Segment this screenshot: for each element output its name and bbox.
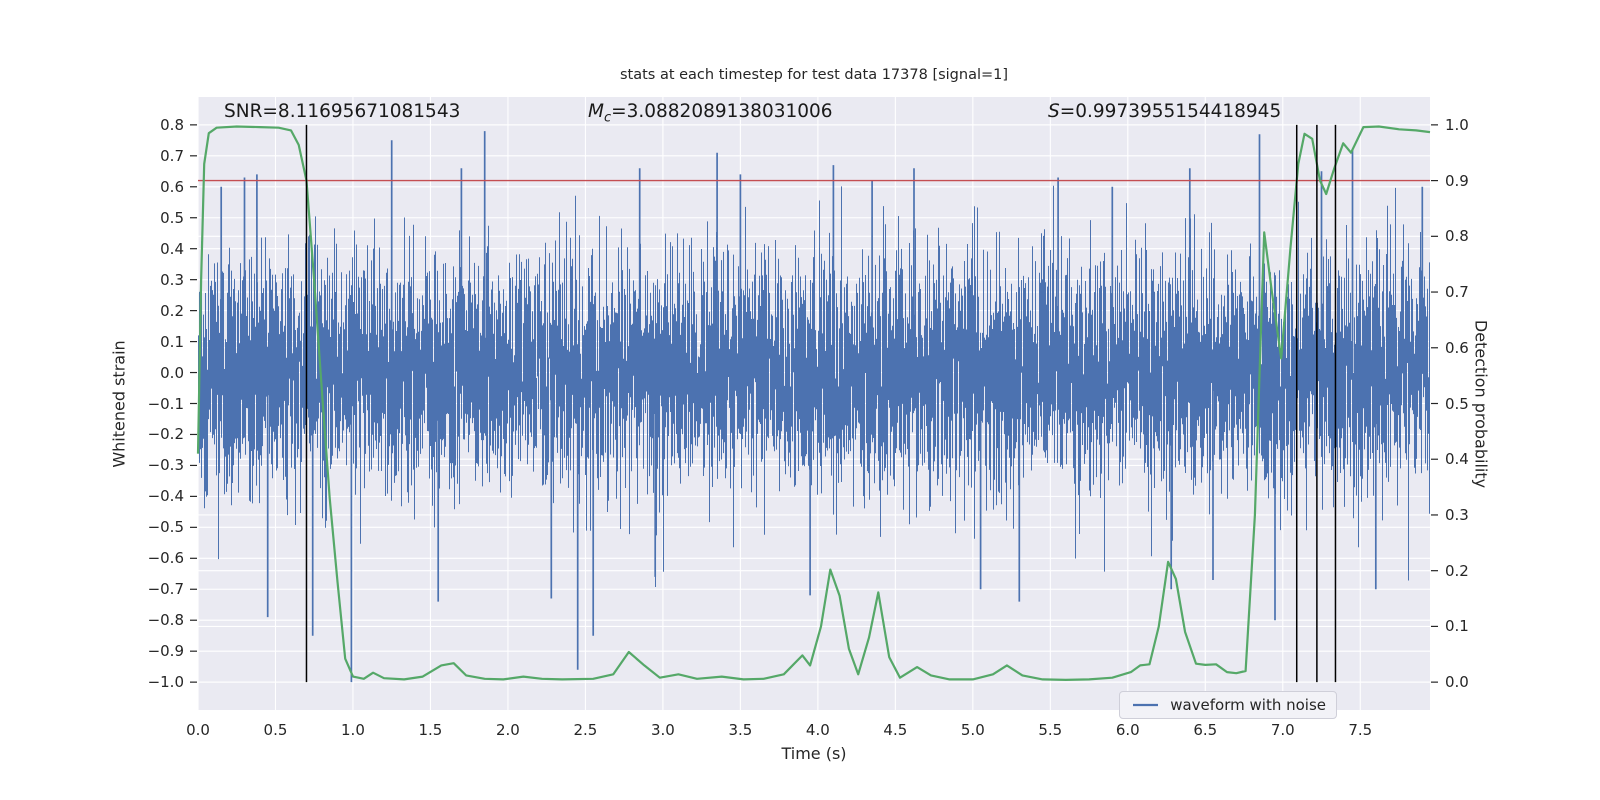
x-tick-label: 1.5 — [418, 721, 443, 739]
left-tick-label: 0.4 — [160, 239, 184, 258]
x-tick-label: 6.5 — [1193, 721, 1218, 739]
score-symbol: S — [1048, 101, 1060, 122]
right-axis-label: Detection probability — [1471, 319, 1491, 489]
right-tick-label: 0.2 — [1445, 561, 1469, 580]
x-tick-label: 7.0 — [1270, 721, 1295, 739]
x-tick-label: 4.5 — [883, 721, 908, 739]
right-tick-label: 0.8 — [1445, 227, 1469, 246]
chirp-mass-value: =3.0882089138031006 — [611, 101, 833, 122]
x-tick-label: 6.0 — [1115, 721, 1140, 739]
x-tick-label: 5.5 — [1038, 721, 1063, 739]
right-tick-label: 0.1 — [1445, 617, 1469, 636]
x-tick-label: 0.5 — [263, 721, 288, 739]
left-tick-label: 0.7 — [160, 146, 184, 165]
left-axis-label: Whitened strain — [109, 340, 129, 468]
left-tick-label: 0.6 — [160, 177, 184, 196]
left-tick-label: 0.3 — [160, 270, 184, 289]
left-tick-label: 0.0 — [160, 363, 184, 382]
annotation-chirp-mass: Mc=3.0882089138031006 — [588, 101, 833, 126]
x-tick-label: 0.0 — [186, 721, 210, 739]
left-tick-label: −0.7 — [147, 580, 184, 599]
x-axis-label: Time (s) — [781, 744, 847, 763]
left-tick-label: −0.6 — [147, 549, 184, 568]
x-tick-label: 7.5 — [1348, 721, 1373, 739]
legend-line-sample — [1133, 703, 1159, 707]
left-tick-label: −0.8 — [147, 611, 184, 630]
x-tick-label: 1.0 — [341, 721, 365, 739]
left-tick-label: −0.3 — [147, 456, 184, 475]
left-tick-label: −0.5 — [147, 518, 184, 537]
score-value: =0.9973955154418945 — [1059, 101, 1282, 122]
annotation-score: S=0.9973955154418945 — [1048, 101, 1281, 122]
x-tick-label: 2.0 — [495, 721, 520, 739]
right-tick-label: 0.9 — [1445, 171, 1469, 190]
right-tick-label: 0.3 — [1445, 505, 1469, 524]
annotation-snr: SNR=8.11695671081543 — [224, 101, 461, 122]
x-tick-label: 2.5 — [573, 721, 598, 739]
left-tick-label: −0.9 — [147, 642, 184, 661]
legend: waveform with noise — [1119, 691, 1337, 719]
x-tick-label: 3.0 — [650, 721, 675, 739]
chirp-mass-symbol: M — [588, 101, 604, 122]
x-tick-label: 5.0 — [960, 721, 985, 739]
x-tick-label: 4.0 — [805, 721, 830, 739]
left-tick-label: 0.2 — [160, 301, 184, 320]
right-tick-label: 0.7 — [1445, 283, 1469, 302]
left-tick-label: −1.0 — [147, 673, 184, 692]
left-tick-label: −0.2 — [147, 425, 184, 444]
left-tick-label: 0.5 — [160, 208, 184, 227]
legend-label: waveform with noise — [1170, 696, 1326, 714]
left-tick-label: −0.1 — [147, 394, 184, 413]
figure: stats at each timestep for test data 173… — [0, 0, 1600, 800]
x-tick-label: 3.5 — [728, 721, 753, 739]
right-tick-label: 1.0 — [1445, 115, 1469, 134]
left-tick-label: 0.8 — [160, 115, 184, 134]
right-tick-label: 0.0 — [1445, 673, 1469, 692]
left-tick-label: 0.1 — [160, 332, 184, 351]
left-tick-label: −0.4 — [147, 487, 184, 506]
